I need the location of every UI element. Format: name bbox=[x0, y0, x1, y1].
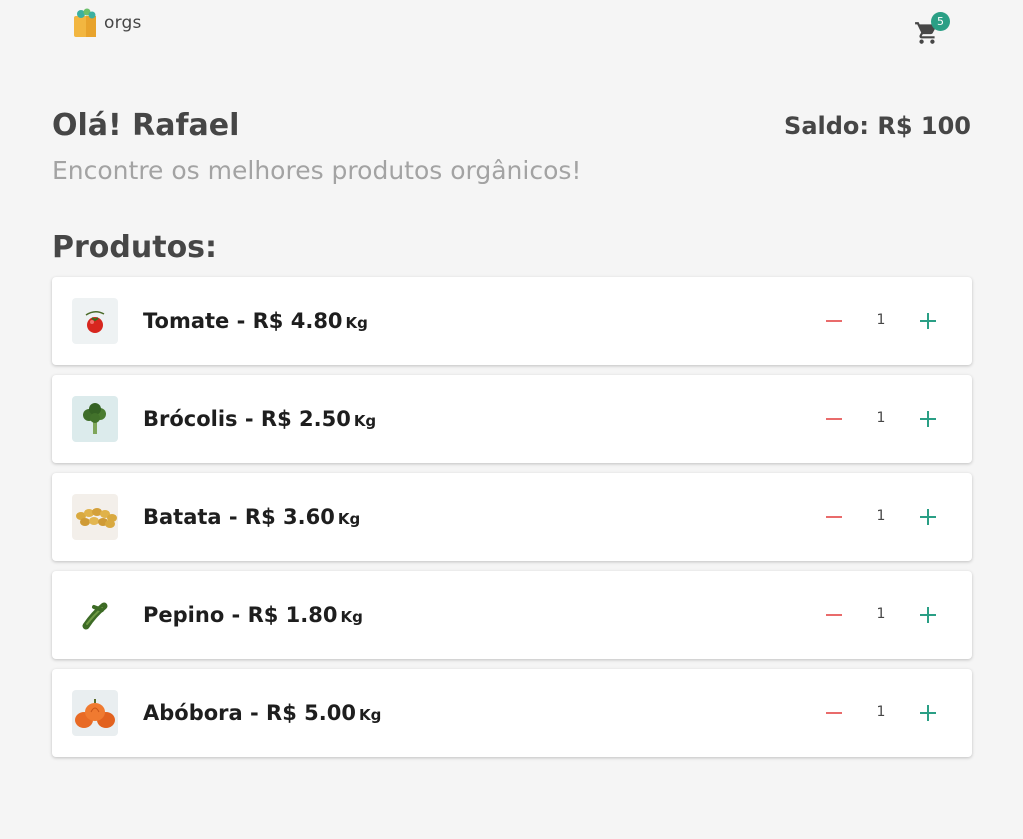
plus-icon bbox=[920, 313, 936, 329]
plus-icon bbox=[920, 607, 936, 623]
quantity-value: 1 bbox=[876, 508, 886, 524]
quantity-value: 1 bbox=[876, 606, 886, 622]
product-title-price: Brócolis - R$ 2.50 bbox=[143, 407, 351, 431]
increase-quantity-button[interactable] bbox=[916, 601, 940, 629]
quantity-value: 1 bbox=[876, 410, 886, 426]
quantity-value: 1 bbox=[876, 704, 886, 720]
product-title-price: Abóbora - R$ 5.00 bbox=[143, 701, 356, 725]
product-unit: Kg bbox=[337, 510, 361, 528]
plus-icon bbox=[920, 411, 936, 427]
product-unit: Kg bbox=[340, 608, 363, 626]
product-name: Pepino - R$ 1.80 Kg bbox=[143, 603, 363, 627]
product-image bbox=[72, 298, 118, 344]
product-name: Abóbora - R$ 5.00 Kg bbox=[143, 701, 381, 725]
logo-text: orgs bbox=[104, 13, 142, 33]
product-card-tomate: Tomate - R$ 4.80 Kg 1 bbox=[52, 277, 972, 365]
product-name: Batata - R$ 3.60 Kg bbox=[143, 505, 360, 529]
decrease-quantity-button[interactable] bbox=[822, 405, 846, 433]
product-card-abobora: Abóbora - R$ 5.00 Kg 1 bbox=[52, 669, 972, 757]
decrease-quantity-button[interactable] bbox=[822, 503, 846, 531]
cart-count-badge: 5 bbox=[931, 12, 950, 31]
cucumber-icon bbox=[72, 592, 118, 638]
tomato-icon bbox=[72, 298, 118, 344]
increase-quantity-button[interactable] bbox=[916, 503, 940, 531]
product-title-price: Batata - R$ 3.60 bbox=[143, 505, 335, 529]
decrease-quantity-button[interactable] bbox=[822, 699, 846, 727]
top-bar: orgs 5 bbox=[0, 0, 1023, 48]
product-image bbox=[72, 494, 118, 540]
balance-label: Saldo: R$ 100 bbox=[784, 112, 971, 140]
increase-quantity-button[interactable] bbox=[916, 405, 940, 433]
product-image bbox=[72, 690, 118, 736]
product-card-brocolis: Brócolis - R$ 2.50 Kg 1 bbox=[52, 375, 972, 463]
decrease-quantity-button[interactable] bbox=[822, 307, 846, 335]
increase-quantity-button[interactable] bbox=[916, 699, 940, 727]
product-title-price: Tomate - R$ 4.80 bbox=[143, 309, 343, 333]
plus-icon bbox=[920, 705, 936, 721]
increase-quantity-button[interactable] bbox=[916, 307, 940, 335]
minus-icon bbox=[826, 516, 842, 518]
product-name: Tomate - R$ 4.80 Kg bbox=[143, 309, 368, 333]
product-title-price: Pepino - R$ 1.80 bbox=[143, 603, 338, 627]
product-image bbox=[72, 396, 118, 442]
product-unit: Kg bbox=[345, 314, 368, 332]
product-name: Brócolis - R$ 2.50 Kg bbox=[143, 407, 376, 431]
minus-icon bbox=[826, 418, 842, 420]
minus-icon bbox=[826, 712, 842, 714]
logo[interactable]: orgs bbox=[72, 8, 142, 38]
product-card-pepino: Pepino - R$ 1.80 Kg 1 bbox=[52, 571, 972, 659]
minus-icon bbox=[826, 614, 842, 616]
subtitle: Encontre os melhores produtos orgânicos! bbox=[52, 156, 582, 185]
potato-icon bbox=[72, 494, 118, 540]
product-image bbox=[72, 592, 118, 638]
minus-icon bbox=[826, 320, 842, 322]
products-heading: Produtos: bbox=[52, 230, 218, 265]
broccoli-icon bbox=[72, 396, 118, 442]
product-unit: Kg bbox=[353, 412, 377, 430]
shopping-bag-icon bbox=[74, 8, 96, 37]
decrease-quantity-button[interactable] bbox=[822, 601, 846, 629]
plus-icon bbox=[920, 509, 936, 525]
greeting-title: Olá! Rafael bbox=[52, 108, 240, 143]
product-card-batata: Batata - R$ 3.60 Kg 1 bbox=[52, 473, 972, 561]
product-unit: Kg bbox=[358, 706, 382, 724]
pumpkin-icon bbox=[72, 690, 118, 736]
quantity-value: 1 bbox=[876, 312, 886, 328]
product-list: Tomate - R$ 4.80 Kg 1 Brócolis - R$ 2.50 K… bbox=[52, 277, 972, 767]
